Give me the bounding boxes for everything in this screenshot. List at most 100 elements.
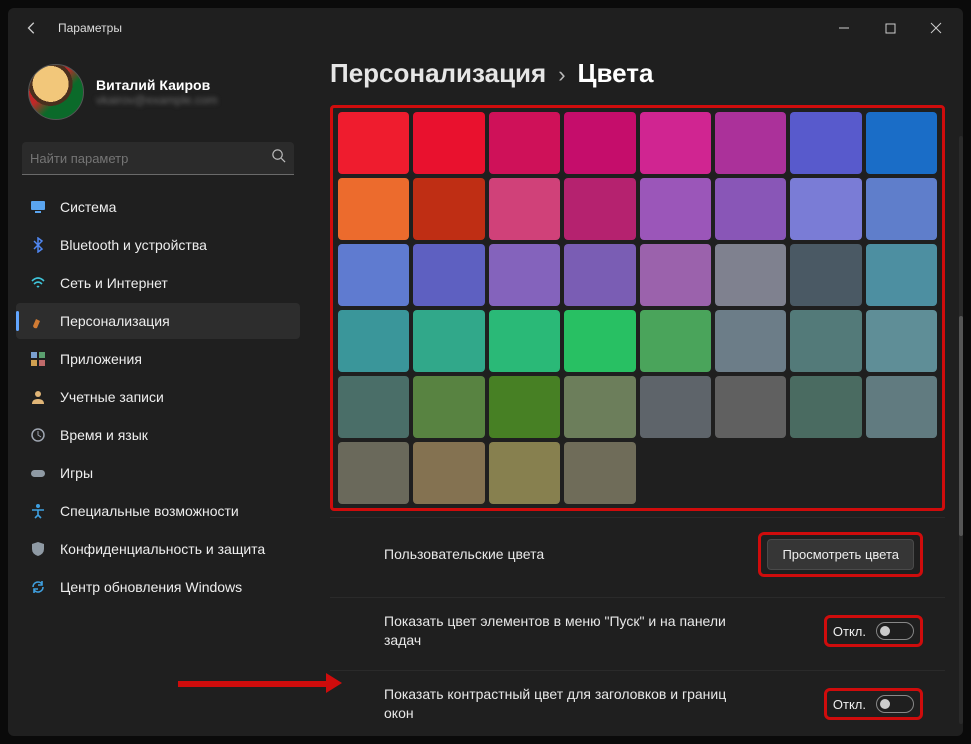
minimize-button[interactable] [821,8,867,48]
scrollbar[interactable] [959,136,963,724]
toggle-state-text: Откл. [833,697,866,712]
color-swatch[interactable] [640,244,711,306]
color-swatch[interactable] [790,244,861,306]
toggle-state-text: Откл. [833,624,866,639]
color-swatch[interactable] [338,112,409,174]
close-button[interactable] [913,8,959,48]
color-swatch[interactable] [564,112,635,174]
color-swatch[interactable] [866,178,937,240]
sidebar-item-brush[interactable]: Персонализация [16,303,300,339]
sidebar-item-game[interactable]: Игры [16,455,300,491]
highlight-toggle-start: Откл. [824,615,923,647]
sidebar-item-label: Конфиденциальность и защита [60,541,265,557]
sidebar-item-label: Приложения [60,351,142,367]
sidebar-item-apps[interactable]: Приложения [16,341,300,377]
close-icon [930,22,942,34]
color-swatch[interactable] [489,376,560,438]
sidebar-item-label: Специальные возможности [60,503,239,519]
color-swatch[interactable] [790,310,861,372]
color-swatch[interactable] [564,178,635,240]
color-swatch[interactable] [866,112,937,174]
row-start-taskbar-accent: Показать цвет элементов в меню "Пуск" и … [330,597,945,664]
search-box[interactable] [22,142,294,175]
sidebar-item-clock[interactable]: Время и язык [16,417,300,453]
color-swatch[interactable] [413,112,484,174]
color-swatch[interactable] [564,376,635,438]
row-label: Показать контрастный цвет для заголовков… [384,685,744,723]
maximize-button[interactable] [867,8,913,48]
color-swatch[interactable] [640,178,711,240]
profile-email: vkairov@example.com [96,93,218,107]
titlebar: Параметры [8,8,963,48]
color-swatch[interactable] [338,178,409,240]
breadcrumb: Персонализация › Цвета [330,58,945,89]
sidebar-item-label: Центр обновления Windows [60,579,242,595]
color-swatch[interactable] [715,178,786,240]
color-swatch[interactable] [413,178,484,240]
sidebar-item-label: Система [60,199,116,215]
user-icon [30,389,46,405]
toggle-start-accent[interactable] [876,622,914,640]
color-swatch[interactable] [489,310,560,372]
profile-block[interactable]: Виталий Каиров vkairov@example.com [16,54,300,138]
color-swatch[interactable] [715,376,786,438]
avatar [28,64,84,120]
maximize-icon [885,23,896,34]
update-icon [30,579,46,595]
scrollbar-thumb[interactable] [959,316,963,536]
settings-window: Параметры Виталий Каиров vkairov@example… [8,8,963,736]
color-swatch[interactable] [640,310,711,372]
sidebar-item-label: Учетные записи [60,389,164,405]
color-swatch[interactable] [338,442,409,504]
sidebar-item-access[interactable]: Специальные возможности [16,493,300,529]
color-swatch[interactable] [489,244,560,306]
color-swatch[interactable] [489,442,560,504]
color-swatch[interactable] [866,310,937,372]
color-swatch[interactable] [413,442,484,504]
color-swatch[interactable] [413,244,484,306]
color-swatch[interactable] [715,244,786,306]
color-swatch[interactable] [338,310,409,372]
color-swatch[interactable] [866,376,937,438]
color-swatch[interactable] [790,112,861,174]
sidebar-item-bluetooth[interactable]: Bluetooth и устройства [16,227,300,263]
sidebar-item-user[interactable]: Учетные записи [16,379,300,415]
highlight-view-colors: Просмотреть цвета [758,532,923,577]
breadcrumb-root[interactable]: Персонализация [330,58,546,89]
toggle-title-accent[interactable] [876,695,914,713]
sidebar-item-shield[interactable]: Конфиденциальность и защита [16,531,300,567]
back-button[interactable] [12,8,52,48]
bluetooth-icon [30,237,46,253]
color-swatch[interactable] [790,376,861,438]
sidebar-item-wifi[interactable]: Сеть и Интернет [16,265,300,301]
breadcrumb-current: Цвета [578,58,654,89]
color-swatch[interactable] [338,376,409,438]
wifi-icon [30,275,46,291]
color-swatch[interactable] [640,112,711,174]
color-swatch[interactable] [564,310,635,372]
search-input[interactable] [30,151,271,166]
annotation-arrow [178,673,338,693]
color-swatch[interactable] [715,112,786,174]
apps-icon [30,351,46,367]
minimize-icon [838,22,850,34]
color-swatch[interactable] [564,244,635,306]
color-swatch[interactable] [564,442,635,504]
shield-icon [30,541,46,557]
row-title-border-accent: Показать контрастный цвет для заголовков… [330,670,945,736]
color-swatch[interactable] [489,178,560,240]
color-swatch[interactable] [866,244,937,306]
color-swatch[interactable] [790,178,861,240]
profile-name: Виталий Каиров [96,77,218,93]
color-swatch[interactable] [715,310,786,372]
sidebar-item-label: Сеть и Интернет [60,275,168,291]
color-swatch[interactable] [338,244,409,306]
clock-icon [30,427,46,443]
sidebar-item-monitor[interactable]: Система [16,189,300,225]
view-colors-button[interactable]: Просмотреть цвета [767,539,914,570]
color-swatch[interactable] [413,310,484,372]
sidebar-item-update[interactable]: Центр обновления Windows [16,569,300,605]
color-swatch[interactable] [640,376,711,438]
color-swatch[interactable] [489,112,560,174]
color-swatch[interactable] [413,376,484,438]
